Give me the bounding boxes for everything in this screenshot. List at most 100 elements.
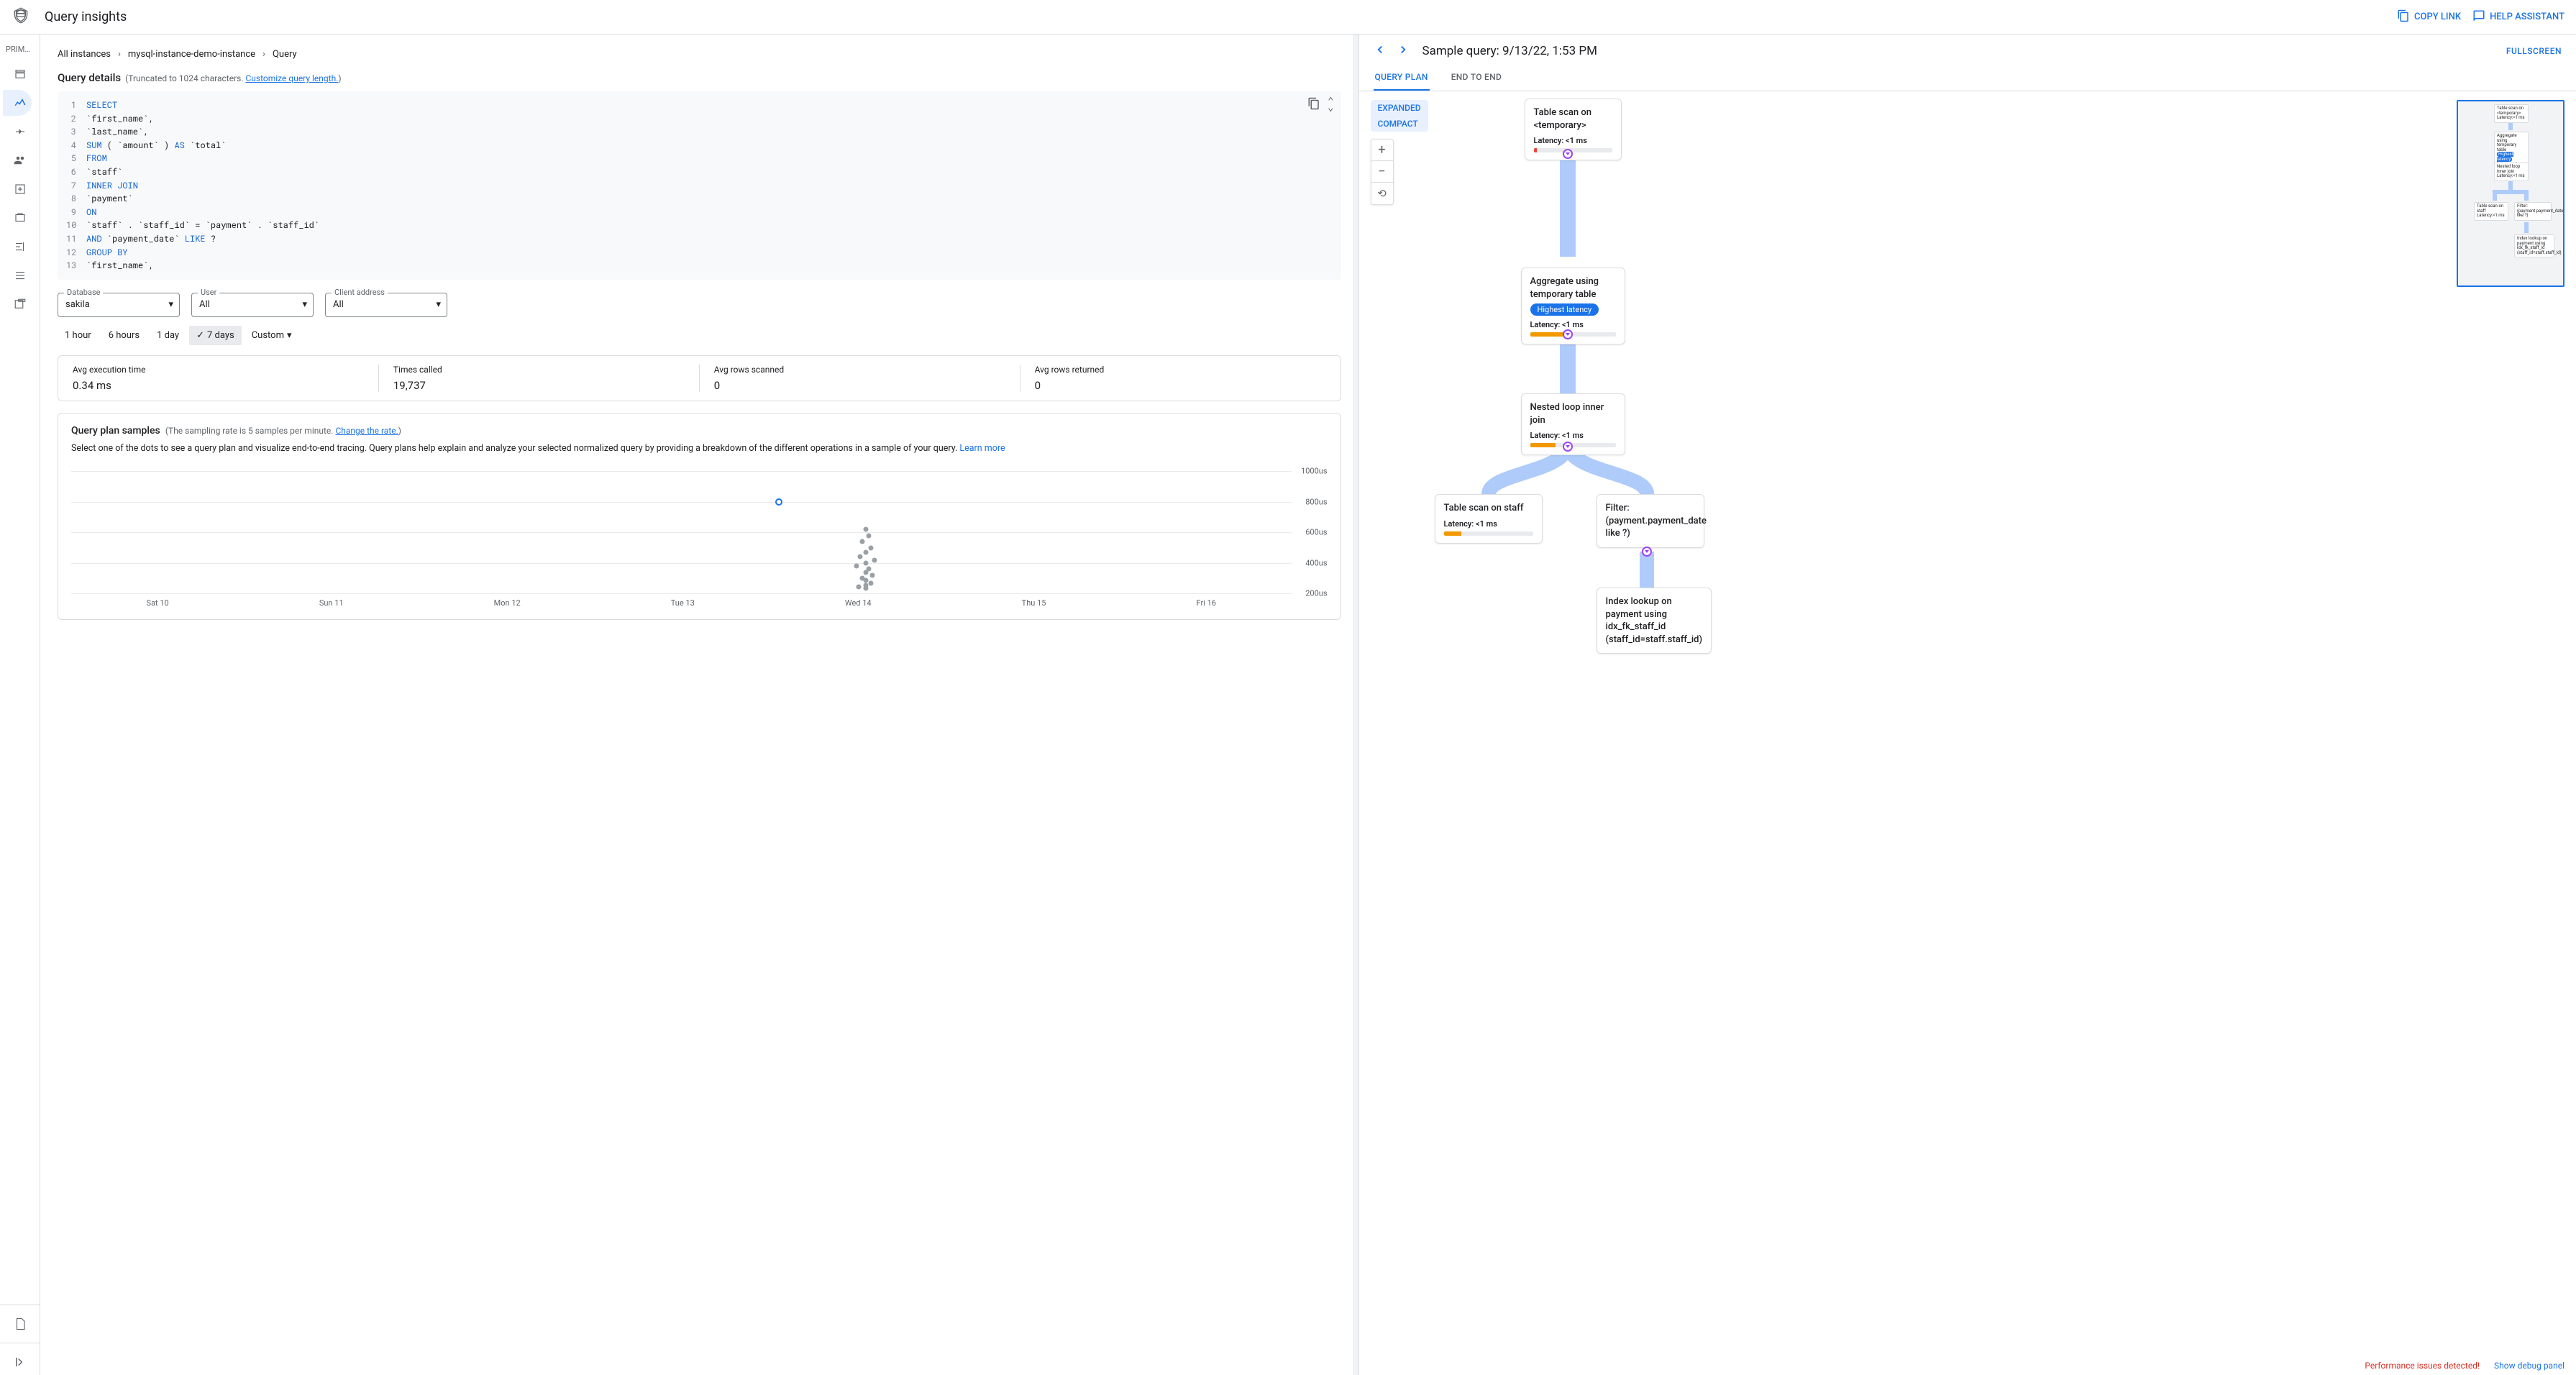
sidebar-item-backups[interactable] [3,205,32,231]
breadcrumb-all-instances[interactable]: All instances [58,49,111,60]
zoom-out-button[interactable]: − [1371,161,1393,183]
sample-dot[interactable] [867,533,872,538]
database-select[interactable]: Database sakila ▾ [58,293,180,317]
time-custom[interactable]: Custom▾ [245,326,299,345]
zoom-reset-button[interactable]: ⟲ [1371,183,1393,204]
connector-icon [1563,442,1573,452]
plan-node-aggregate[interactable]: Aggregate using temporary table Highest … [1521,268,1625,344]
sample-dot[interactable] [863,550,868,555]
query-code-block: ⌃⌃ 1SELECT2 `first_name`,3 `last_name`,4… [58,91,1341,280]
plan-node-tempscan[interactable]: Table scan on <temporary> Latency: <1 ms [1525,99,1622,160]
prev-sample-button[interactable] [1374,43,1387,59]
copy-link-button[interactable]: COPY LINK [2397,9,2461,25]
view-expanded[interactable]: EXPANDED [1371,100,1428,116]
next-sample-button[interactable] [1397,43,1410,59]
view-compact[interactable]: COMPACT [1371,116,1428,132]
page-title: Query insights [45,9,2383,24]
time-1h[interactable]: 1 hour [58,326,99,345]
sample-dot[interactable] [863,586,868,591]
time-1d[interactable]: 1 day [150,326,186,345]
chevron-down-icon: ▾ [436,299,441,310]
sidebar-item-insights[interactable] [3,90,32,116]
sample-dot[interactable] [870,572,875,577]
sidebar-heading: PRIM… [0,40,40,58]
perf-alert: Performance issues detected! [2365,1361,2480,1371]
connector-icon [1642,547,1652,557]
sample-title: Sample query: 9/13/22, 1:53 PM [1422,44,2493,58]
client-select[interactable]: Client address All ▾ [325,293,447,317]
tab-query-plan[interactable]: QUERY PLAN [1374,65,1430,91]
zoom-in-button[interactable]: + [1371,140,1393,161]
stat-exec-value: 0.34 ms [73,379,364,392]
zoom-controls: + − ⟲ [1371,139,1394,205]
sidebar-item-connections[interactable] [3,119,32,145]
check-icon: ✓ [196,330,204,341]
chevron-down-icon: ▾ [168,299,173,310]
sample-dot[interactable] [858,554,863,559]
chevron-down-icon: ▾ [287,330,292,341]
stats-card: Avg execution time 0.34 ms Times called 19… [58,355,1341,401]
stat-returned-value: 0 [1035,379,1326,392]
stat-times-value: 19,737 [393,379,685,392]
fullscreen-button[interactable]: FULLSCREEN [2506,46,2562,56]
copy-code-icon[interactable] [1307,97,1320,114]
sidebar-item-notes[interactable] [3,1311,32,1337]
product-logo-icon [12,6,30,28]
sidebar-expand-toggle[interactable] [3,1349,32,1375]
sample-dot[interactable] [863,527,868,532]
copy-icon [2397,9,2410,25]
learn-more-link[interactable]: Learn more [959,443,1005,454]
sample-dot[interactable] [872,557,877,562]
sidebar-item-databases[interactable] [3,176,32,202]
minimap[interactable]: Table scan on <temporary>Latency:<1 ms A… [2457,100,2564,287]
show-debug-link[interactable]: Show debug panel [2494,1361,2564,1371]
right-panel: Sample query: 9/13/22, 1:53 PM FULLSCREE… [1359,35,2576,1375]
tab-end-to-end[interactable]: END TO END [1450,65,1503,91]
chevron-right-icon: › [118,49,121,60]
query-details-title: Query details [58,71,121,84]
plan-canvas[interactable]: EXPANDED COMPACT + − ⟲ [1359,91,2576,1375]
samples-chart[interactable]: 1000us800us600us400us200usSat 10Sun 11Mo… [71,464,1328,608]
topbar: Query insights COPY LINK HELP ASSISTANT [0,0,2576,35]
help-assistant-button[interactable]: HELP ASSISTANT [2472,9,2564,25]
stat-scanned-value: 0 [714,379,1005,392]
time-7d[interactable]: ✓7 days [189,326,242,345]
left-panel: All instances › mysql-instance-demo-inst… [40,35,1359,1375]
samples-title: Query plan samples [71,425,160,437]
breadcrumb-current: Query [273,49,297,60]
sample-dot[interactable] [854,564,859,569]
sample-dot[interactable] [868,545,873,550]
scrollbar[interactable] [1353,35,1358,1375]
stat-exec-label: Avg execution time [73,365,364,375]
plan-node-indexlookup[interactable]: Index lookup on payment using idx_fk_sta… [1597,588,1712,654]
collapse-code-icon[interactable]: ⌃⌃ [1328,97,1333,114]
time-6h[interactable]: 6 hours [101,326,147,345]
sample-dot[interactable] [856,584,861,589]
sidebar-item-replicas[interactable] [3,234,32,260]
user-select[interactable]: User All ▾ [191,293,314,317]
connector-icon [1563,149,1573,159]
change-rate-link[interactable]: Change the rate. [335,426,398,436]
stat-times-label: Times called [393,365,685,375]
sidebar-item-settings[interactable] [3,291,32,317]
view-toggle: EXPANDED COMPACT [1371,100,1428,132]
sidebar-item-operations[interactable] [3,262,32,288]
chevron-right-icon: › [262,49,265,60]
sidebar-item-overview[interactable] [3,61,32,87]
plan-node-staffscan[interactable]: Table scan on staff Latency: <1 ms [1435,494,1543,544]
sample-dot[interactable] [863,570,868,575]
sample-dot[interactable] [863,560,868,565]
stat-returned-label: Avg rows returned [1035,365,1326,375]
connector-icon [1563,329,1573,339]
sample-dot[interactable] [859,539,864,544]
chevron-down-icon: ▾ [302,299,307,310]
breadcrumb: All instances › mysql-instance-demo-inst… [40,35,1358,68]
sidebar-item-users[interactable] [3,147,32,173]
sample-dot[interactable] [868,580,873,585]
customize-length-link[interactable]: Customize query length. [245,73,338,83]
breadcrumb-instance[interactable]: mysql-instance-demo-instance [128,49,255,60]
plan-node-join[interactable]: Nested loop inner join Latency: <1 ms [1521,393,1625,455]
samples-card: Query plan samples (The sampling rate is… [58,413,1341,621]
sample-dot[interactable] [775,498,782,506]
plan-node-filter[interactable]: Filter: (payment.payment_date like ?) [1597,494,1704,548]
